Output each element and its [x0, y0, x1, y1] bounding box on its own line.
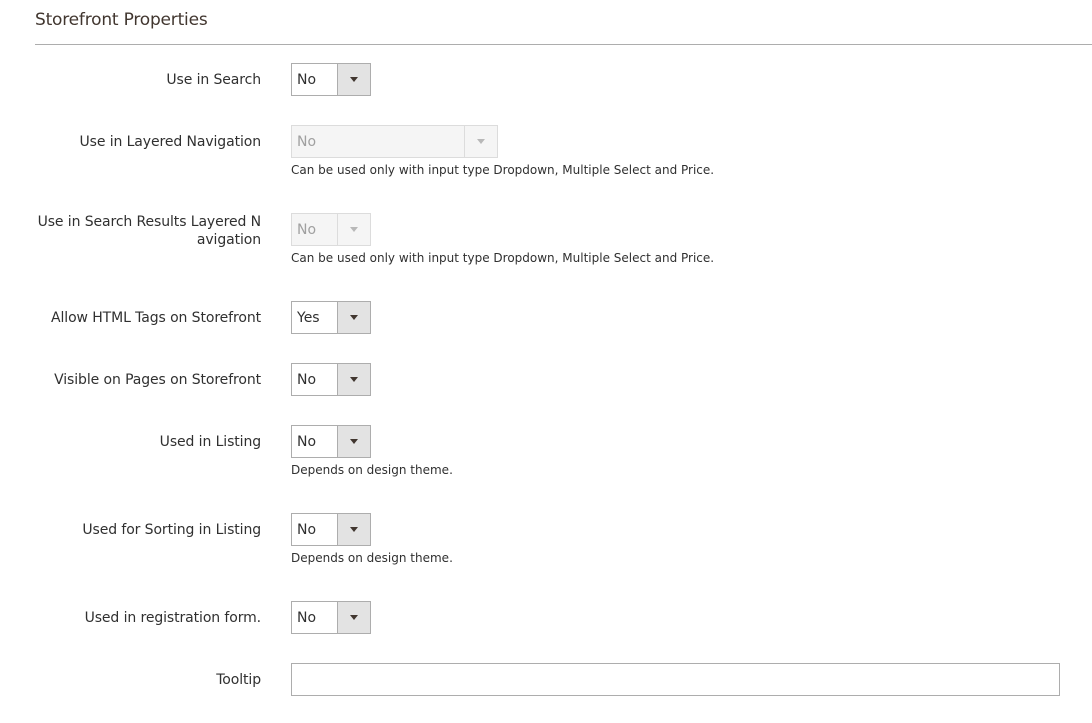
use-in-search-value: No	[297, 72, 317, 88]
chevron-down-icon	[350, 227, 358, 232]
chevron-down-icon	[350, 439, 358, 444]
use-in-search-dropdown-button[interactable]	[337, 64, 370, 95]
allow-html-tags-value: Yes	[297, 310, 320, 326]
used-in-registration-label: Used in registration form.	[84, 610, 262, 626]
tooltip-label: Tooltip	[216, 672, 261, 688]
used-in-registration-select[interactable]: No	[291, 601, 371, 634]
use-in-search-select[interactable]: No	[291, 63, 371, 96]
allow-html-tags-select[interactable]: Yes	[291, 301, 371, 334]
use-in-search-results-layered-navigation-select: No	[291, 213, 371, 246]
use-in-search-label: Use in Search	[166, 72, 261, 88]
section-title: Storefront Properties	[35, 10, 208, 30]
used-in-listing-value: No	[297, 434, 317, 450]
used-for-sorting-select[interactable]: No	[291, 513, 371, 546]
visible-on-pages-value: No	[297, 372, 317, 388]
use-in-layered-navigation-label: Use in Layered Navigation	[79, 134, 261, 150]
chevron-down-icon	[477, 139, 485, 144]
use-in-search-results-layered-navigation-label: Use in Search Results Layered N avigatio…	[21, 213, 262, 249]
use-in-layered-navigation-value: No	[297, 134, 317, 150]
visible-on-pages-select[interactable]: No	[291, 363, 371, 396]
used-for-sorting-value: No	[297, 522, 317, 538]
used-in-registration-value: No	[297, 610, 317, 626]
use-in-search-results-layered-navigation-label-line1: Use in Search Results Layered N	[37, 214, 262, 230]
use-in-search-results-layered-navigation-note: Can be used only with input type Dropdow…	[291, 251, 715, 265]
use-in-search-results-layered-navigation-value: No	[297, 222, 317, 238]
visible-on-pages-label: Visible on Pages on Storefront	[54, 372, 261, 388]
chevron-down-icon	[350, 77, 358, 82]
use-in-layered-navigation-note: Can be used only with input type Dropdow…	[291, 163, 715, 177]
chevron-down-icon	[350, 315, 358, 320]
use-in-layered-navigation-select: No	[291, 125, 498, 158]
used-for-sorting-note: Depends on design theme.	[291, 551, 453, 565]
chevron-down-icon	[350, 615, 358, 620]
used-in-registration-dropdown-button[interactable]	[337, 602, 370, 633]
tooltip-input[interactable]	[291, 663, 1060, 696]
use-in-layered-navigation-dropdown-button	[464, 126, 497, 157]
allow-html-tags-dropdown-button[interactable]	[337, 302, 370, 333]
use-in-search-results-layered-navigation-label-line2: avigation	[196, 232, 261, 248]
allow-html-tags-label: Allow HTML Tags on Storefront	[51, 310, 261, 326]
chevron-down-icon	[350, 377, 358, 382]
section-divider	[35, 44, 1092, 45]
visible-on-pages-dropdown-button[interactable]	[337, 364, 370, 395]
used-for-sorting-dropdown-button[interactable]	[337, 514, 370, 545]
used-in-listing-note: Depends on design theme.	[291, 463, 453, 477]
used-in-listing-label: Used in Listing	[159, 434, 261, 450]
use-in-search-results-layered-navigation-dropdown-button	[337, 214, 370, 245]
chevron-down-icon	[350, 527, 358, 532]
used-in-listing-select[interactable]: No	[291, 425, 371, 458]
used-for-sorting-label: Used for Sorting in Listing	[82, 522, 261, 538]
used-in-listing-dropdown-button[interactable]	[337, 426, 370, 457]
